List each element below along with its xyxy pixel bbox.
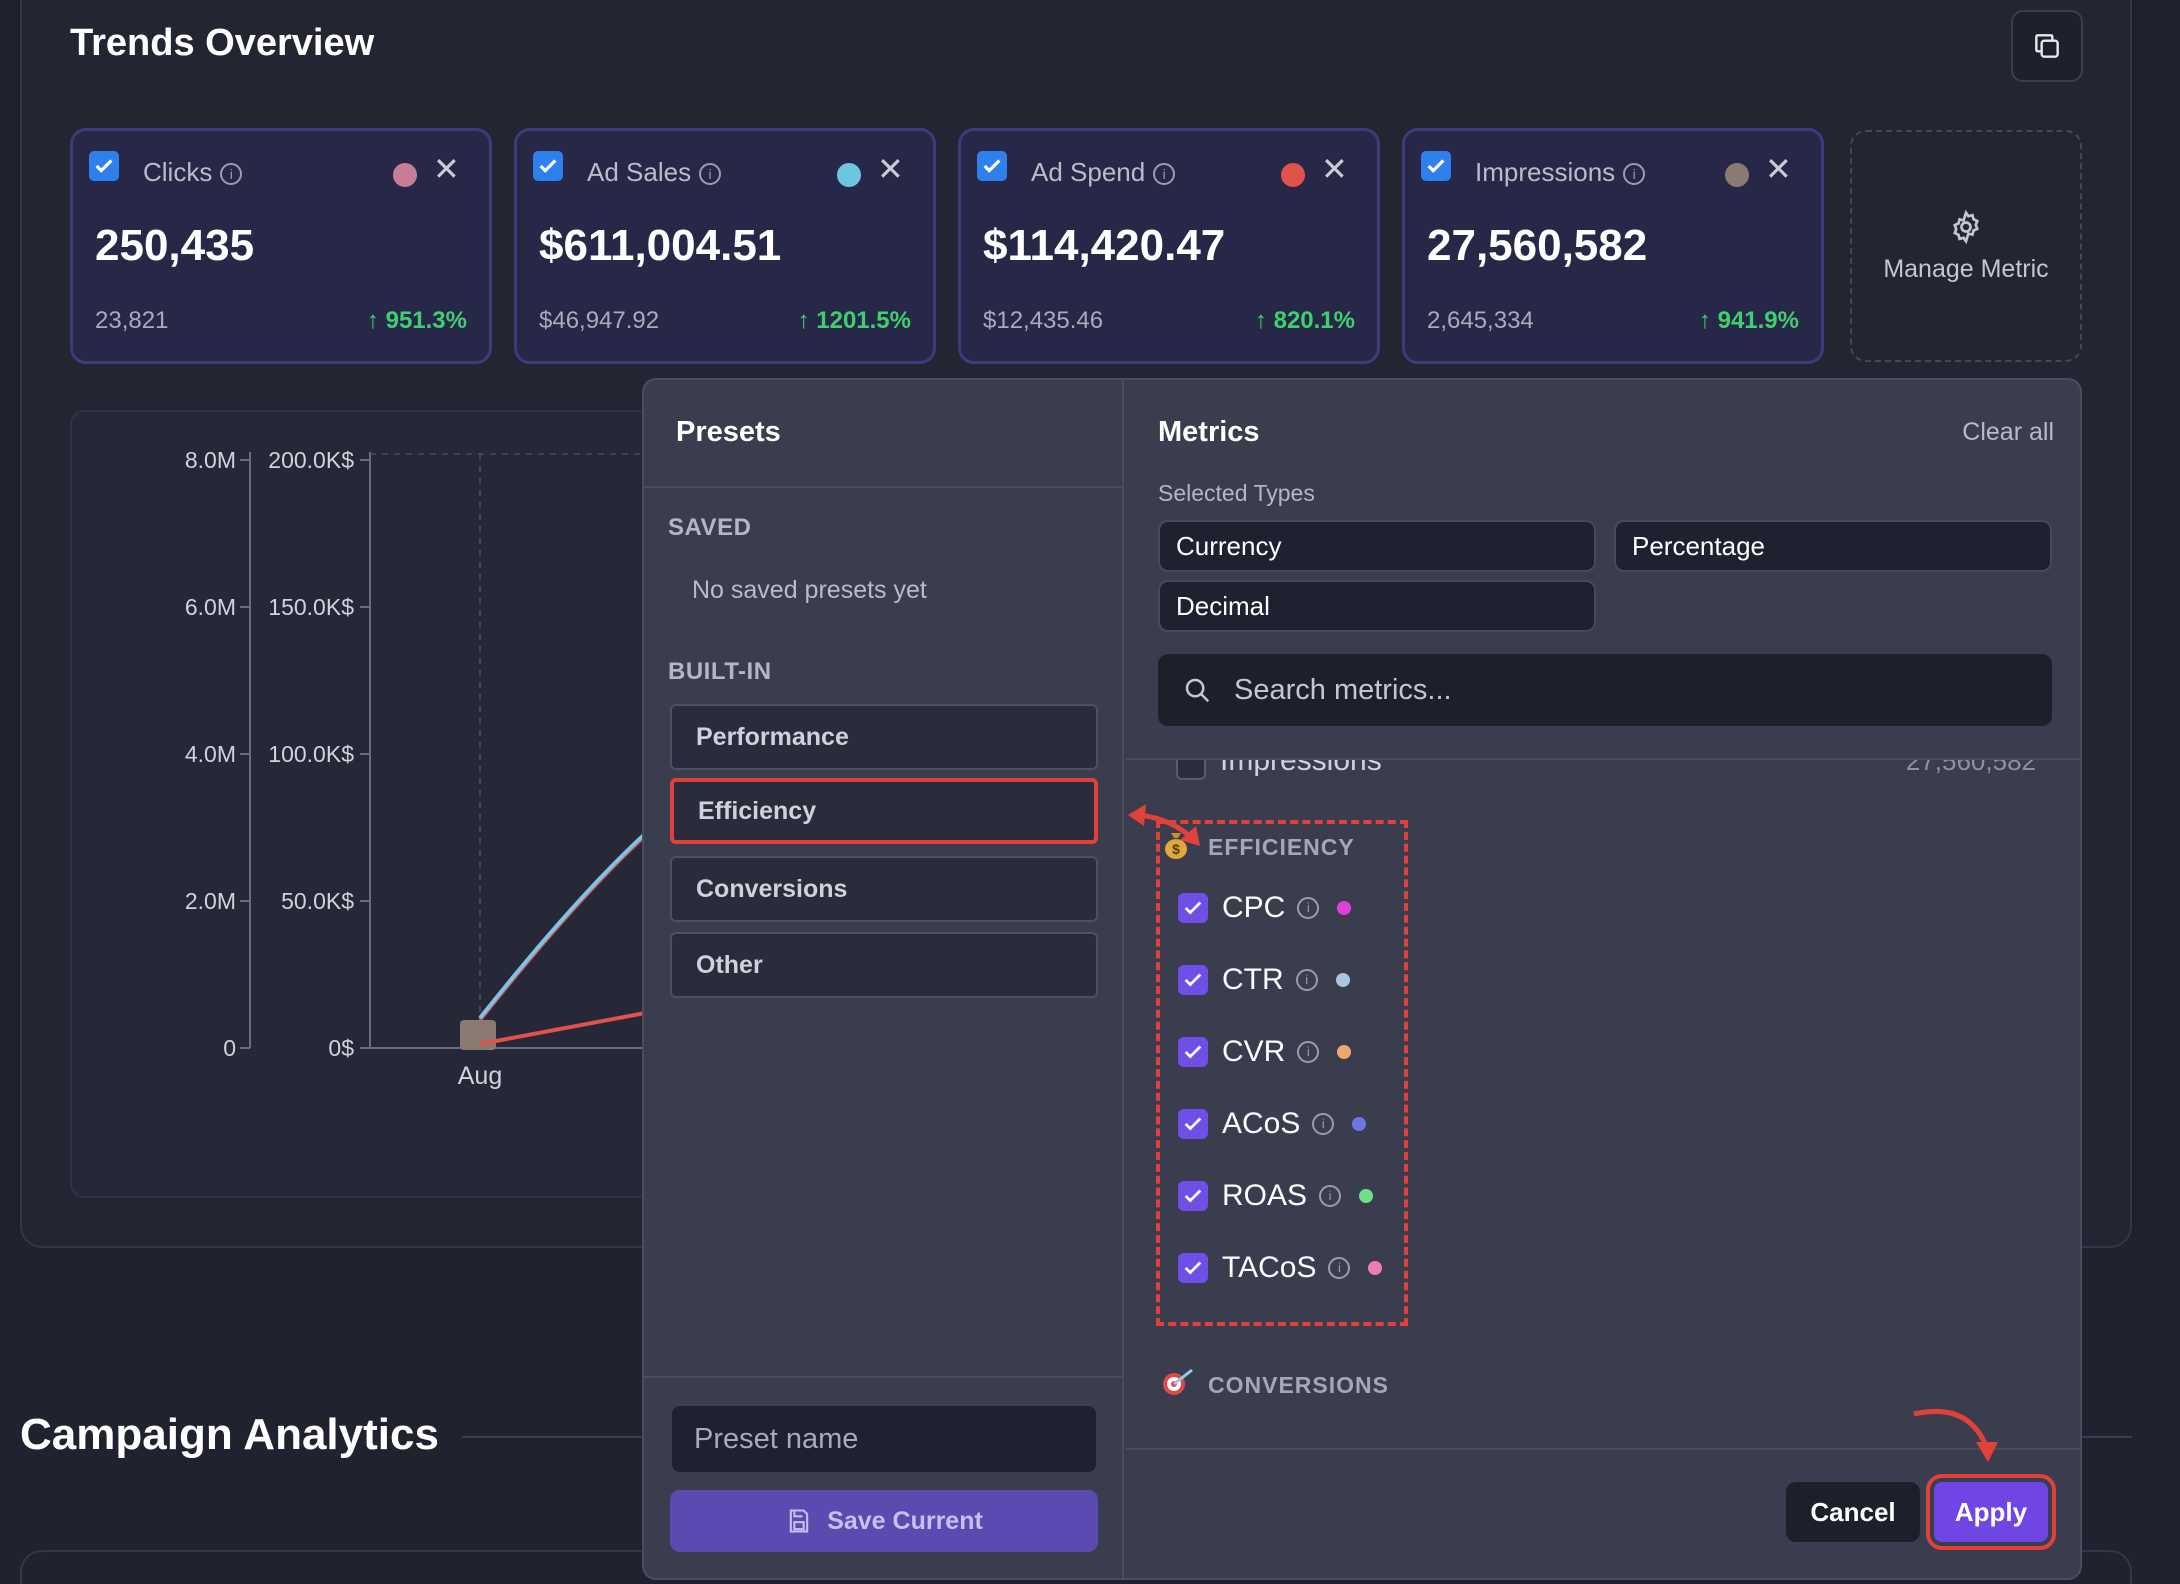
data-marker [460,1020,496,1050]
info-icon[interactable]: i [1623,163,1646,186]
metric-row-impressions[interactable]: Impressions [1220,760,1382,778]
info-icon[interactable]: i [699,163,722,186]
builtin-label: BUILT-IN [668,658,772,685]
metric-label: Clicks i [143,157,243,188]
check-icon [95,159,113,173]
save-current-button[interactable]: Save Current [670,1490,1098,1552]
x-tick-label: Aug [458,1062,502,1090]
conversions-group-label: CONVERSIONS [1208,1372,1389,1398]
divider [1126,1448,2080,1450]
selected-types-label: Selected Types [1158,480,1315,506]
metric-previous: $12,435.46 [983,307,1104,334]
preset-efficiency[interactable]: Efficiency [670,778,1098,844]
preset-conversions[interactable]: Conversions [670,856,1098,922]
left-axis: 8.0M 6.0M 4.0M 2.0M 0 [185,447,250,1061]
y-left-tick-label: 6.0M [185,594,236,620]
manage-metric-label: Manage Metric [1883,254,2049,283]
y-right-tick-label: 150.0K$ [268,594,354,620]
metric-label: Impressions i [1475,157,1646,188]
y-left-tick-label: 0 [223,1035,236,1061]
save-icon [789,1509,809,1533]
color-dot [1281,163,1305,187]
color-dot [393,163,417,187]
preset-other[interactable]: Other [670,932,1098,998]
metric-card-impressions[interactable]: Impressions i ✕ 27,560,582 2,645,334 ↑ 94… [1402,128,1824,364]
metric-checkbox[interactable] [1421,151,1451,181]
apply-button[interactable]: Apply [1926,1474,2056,1550]
metric-value: 250,435 [95,221,255,270]
divider [644,1376,1124,1378]
y-left-tick-label: 8.0M [185,447,236,473]
metric-checkbox[interactable] [1176,760,1206,780]
copy-icon [2035,34,2059,58]
y-left-tick-label: 2.0M [185,888,236,914]
type-chip-decimal[interactable]: Decimal [1158,580,1596,632]
check-icon [983,159,1001,173]
color-dot [1725,163,1749,187]
metric-change: ↑ 941.9% [1698,307,1799,334]
close-icon[interactable]: ✕ [1765,153,1792,185]
metric-change: ↑ 951.3% [366,307,467,334]
chart-svg: 8.0M 6.0M 4.0M 2.0M 0 200.0K$ 150.0K$ 100.0K$ 5… [185,447,672,1090]
metric-checkbox[interactable] [977,151,1007,181]
target-icon [1163,1368,1193,1395]
check-icon [1427,159,1445,173]
metric-previous: 2,645,334 [1427,307,1534,334]
save-current-label: Save Current [827,1506,983,1535]
metric-value: $611,004.51 [539,221,782,270]
copy-button[interactable] [2011,10,2083,82]
metrics-list[interactable]: Impressions 27,560,582 $ EFFICIENCY CPC … [1126,760,2080,1420]
close-icon[interactable]: ✕ [433,153,460,185]
section-title: Campaign Analytics [20,1410,439,1459]
metric-row-value: 27,560,582 [1905,760,2036,776]
presets-title: Presets [676,416,781,448]
metric-checkbox[interactable] [89,151,119,181]
right-axis: 200.0K$ 150.0K$ 100.0K$ 50.0K$ 0$ [268,447,370,1061]
y-right-tick-label: 100.0K$ [268,741,354,767]
metric-card-ad-sales[interactable]: Ad Sales i ✕ $611,004.51 $46,947.92 ↑ 120… [514,128,936,364]
search-placeholder: Search metrics... [1234,673,1452,706]
close-icon[interactable]: ✕ [877,153,904,185]
page-title: Trends Overview [70,22,375,64]
type-chip-currency[interactable]: Currency [1158,520,1596,572]
color-dot [837,163,861,187]
manage-metrics-popover: Presets SAVED No saved presets yet BUILT… [642,378,2082,1580]
clear-all-button[interactable]: Clear all [1962,418,2054,447]
metric-card-ad-spend[interactable]: Ad Spend i ✕ $114,420.47 $12,435.46 ↑ 820… [958,128,1380,364]
metric-label: Ad Spend i [1031,157,1176,188]
preset-performance[interactable]: Performance [670,704,1098,770]
info-icon[interactable]: i [220,163,243,186]
gear-icon [1953,209,1979,244]
cancel-button[interactable]: Cancel [1786,1482,1920,1542]
metrics-panel: Metrics Clear all Selected Types Currenc… [1126,380,2080,1578]
info-icon[interactable]: i [1153,163,1176,186]
y-right-tick-label: 200.0K$ [268,447,354,473]
saved-label: SAVED [668,514,752,541]
search-input[interactable]: Search metrics... [1158,654,2052,726]
y-right-tick-label: 0$ [328,1035,354,1061]
trend-chart: 8.0M 6.0M 4.0M 2.0M 0 200.0K$ 150.0K$ 100.0K$ 5… [70,410,672,1198]
efficiency-highlight-box [1156,820,1408,1326]
presets-panel: Presets SAVED No saved presets yet BUILT… [644,380,1124,1578]
metric-value: 27,560,582 [1427,221,1648,270]
check-icon [539,159,557,173]
metrics-title: Metrics [1158,416,1260,448]
manage-metric-button[interactable]: Manage Metric [1850,130,2082,362]
metric-value: $114,420.47 [983,221,1226,270]
metric-card-clicks[interactable]: Clicks i ✕ 250,435 23,821 ↑ 951.3% [70,128,492,364]
metric-change: ↑ 820.1% [1254,307,1355,334]
search-icon [1185,678,1210,703]
metric-previous: 23,821 [95,307,169,334]
metric-change: ↑ 1201.5% [797,307,911,334]
metric-checkbox[interactable] [533,151,563,181]
metric-label: Ad Sales i [587,157,722,188]
empty-state: No saved presets yet [692,576,927,604]
preset-name-input[interactable]: Preset name [670,1404,1098,1474]
y-left-tick-label: 4.0M [185,741,236,767]
close-icon[interactable]: ✕ [1321,153,1348,185]
divider [644,486,1124,488]
y-right-tick-label: 50.0K$ [281,888,354,914]
metric-previous: $46,947.92 [539,307,660,334]
type-chip-percentage[interactable]: Percentage [1614,520,2052,572]
